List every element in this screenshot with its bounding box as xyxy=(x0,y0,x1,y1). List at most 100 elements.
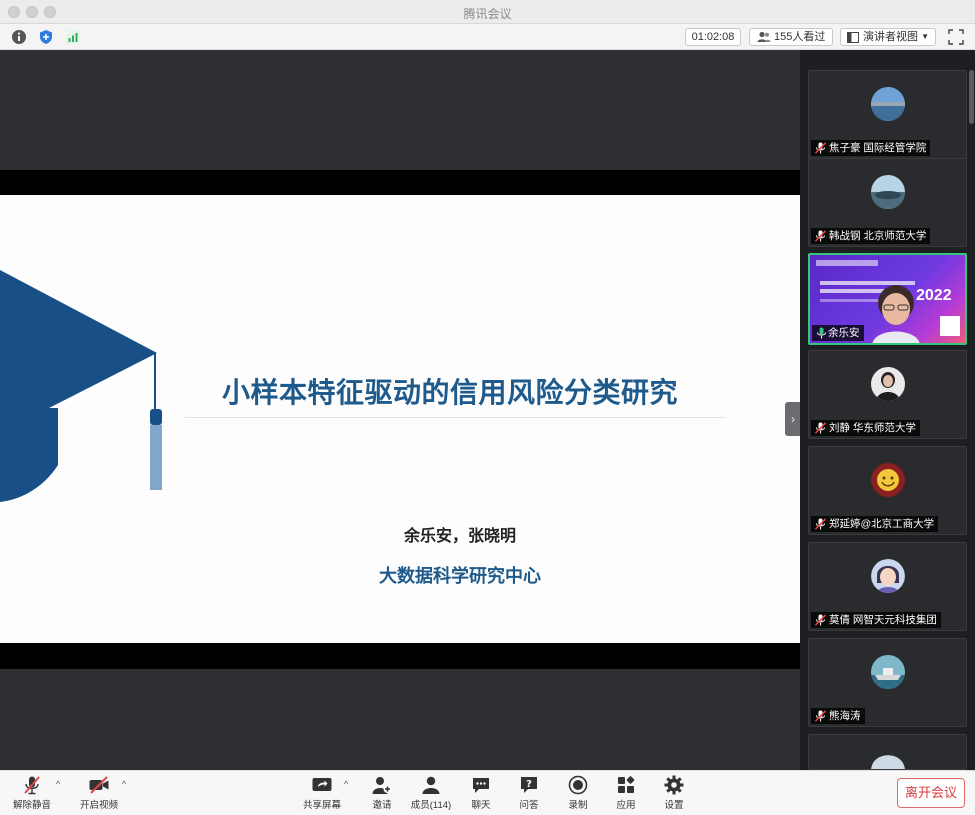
avatar xyxy=(871,655,905,689)
share-screen-button[interactable]: 共享屏幕 xyxy=(296,775,348,813)
settings-button[interactable]: 设置 xyxy=(648,775,700,813)
participant-name-tag: 韩战钢 北京师范大学 xyxy=(811,228,931,244)
slide-divider xyxy=(185,417,725,418)
signal-bars-icon[interactable] xyxy=(65,29,81,45)
audio-options-chevron[interactable]: ^ xyxy=(56,779,60,789)
fullscreen-icon[interactable] xyxy=(948,29,964,45)
participant-tile[interactable]: 莫倩 网智天元科技集团 xyxy=(808,542,967,631)
letterbox-top xyxy=(0,170,800,195)
speaker-view-icon xyxy=(847,32,859,43)
meeting-toolbar: 解除静音 ^ 开启视频 ^ 共享屏幕 ^ 邀请 成员(114) 聊天 ? 问答 … xyxy=(0,770,975,815)
mic-muted-icon xyxy=(815,518,826,530)
question-icon: ? xyxy=(521,777,537,793)
avatar xyxy=(871,755,905,769)
collapse-sidebar-button[interactable]: › xyxy=(785,402,801,436)
avatar xyxy=(871,559,905,593)
participant-name: 刘静 华东师范大学 xyxy=(829,422,916,434)
apps-label: 应用 xyxy=(616,800,636,811)
avatar xyxy=(871,463,905,497)
meeting-window: 腾讯会议 01:02:08 155人看过 演讲者视图 ▼ 小样本特征驱动的信用风… xyxy=(0,0,975,815)
leave-meeting-button[interactable]: 离开会议 xyxy=(897,778,965,808)
record-label: 录制 xyxy=(568,800,588,811)
participant-tile-active-speaker[interactable]: 2022 余乐安 xyxy=(808,253,967,345)
participant-name-tag: 余乐安 xyxy=(812,325,864,341)
participant-name-tag: 焦子豪 国际经管学院 xyxy=(811,140,931,156)
mic-muted-icon xyxy=(815,710,826,722)
participants-sidebar[interactable]: 焦子豪 国际经管学院 韩战钢 北京师范大学 2022 余乐安 刘静 华东师范大学… xyxy=(800,50,975,770)
people-icon xyxy=(757,31,771,42)
view-mode-label: 演讲者视图 xyxy=(863,31,918,43)
participant-name-tag: 刘静 华东师范大学 xyxy=(811,420,920,436)
video-banner-logo xyxy=(816,260,878,266)
shared-screen-area: 小样本特征驱动的信用风险分类研究 余乐安，张晓明 大数据科学研究中心 › xyxy=(0,50,801,770)
participant-name: 莫倩 网智天元科技集团 xyxy=(829,614,937,626)
svg-text:?: ? xyxy=(526,779,532,790)
unmute-button[interactable]: 解除静音 xyxy=(6,775,58,813)
slide-organization: 大数据科学研究中心 xyxy=(379,566,541,586)
presentation-slide: 小样本特征驱动的信用风险分类研究 余乐安，张晓明 大数据科学研究中心 xyxy=(0,195,800,643)
graduation-cap-graphic xyxy=(0,270,162,502)
invite-label: 邀请 xyxy=(372,800,392,811)
participant-name: 余乐安 xyxy=(828,327,860,339)
slide-title: 小样本特征驱动的信用风险分类研究 xyxy=(221,377,678,408)
record-button[interactable]: 录制 xyxy=(552,775,604,813)
qa-label: 问答 xyxy=(519,800,539,811)
participant-tile[interactable]: 郑延婷@北京工商大学 xyxy=(808,446,967,535)
share-screen-icon xyxy=(312,778,332,791)
people-icon xyxy=(422,776,440,794)
invite-button[interactable]: 邀请 xyxy=(356,775,408,813)
meeting-timer: 01:02:08 xyxy=(685,28,741,46)
slide-authors: 余乐安，张晓明 xyxy=(403,528,516,545)
settings-label: 设置 xyxy=(664,800,684,811)
letterbox-bottom xyxy=(0,643,800,669)
viewers-count-button[interactable]: 155人看过 xyxy=(749,28,833,46)
members-label: 成员(114) xyxy=(410,800,452,811)
participant-name-tag: 郑延婷@北京工商大学 xyxy=(811,516,939,532)
share-options-chevron[interactable]: ^ xyxy=(344,779,348,789)
start-video-button[interactable]: 开启视频 xyxy=(73,775,125,813)
video-options-chevron[interactable]: ^ xyxy=(122,779,126,789)
members-button[interactable]: 成员(114) xyxy=(405,775,457,813)
participant-name: 熊海涛 xyxy=(829,710,861,722)
record-icon xyxy=(568,775,588,795)
chevron-right-icon: › xyxy=(791,412,795,426)
chevron-down-icon: ▼ xyxy=(921,32,929,41)
participant-name: 焦子豪 国际经管学院 xyxy=(829,142,927,154)
mic-muted-icon xyxy=(815,614,826,626)
shield-icon[interactable] xyxy=(38,29,54,45)
qa-button[interactable]: ? 问答 xyxy=(503,775,555,813)
view-mode-dropdown[interactable]: 演讲者视图 ▼ xyxy=(840,28,936,46)
participant-tile[interactable]: 熊海涛 xyxy=(808,638,967,727)
share-screen-label: 共享屏幕 xyxy=(302,800,341,811)
participant-tile[interactable] xyxy=(808,734,967,770)
viewers-count: 155人看过 xyxy=(774,31,826,43)
mic-muted-icon xyxy=(815,422,826,434)
scrollbar-thumb[interactable] xyxy=(969,70,974,124)
speaker-person-graphic xyxy=(872,285,920,343)
mic-muted-icon xyxy=(24,776,40,795)
participant-name: 韩战钢 北京师范大学 xyxy=(829,230,927,242)
meeting-info-bar: 01:02:08 155人看过 演讲者视图 ▼ xyxy=(0,24,975,50)
participant-tile[interactable]: 焦子豪 国际经管学院 xyxy=(808,70,967,159)
participant-name-tag: 熊海涛 xyxy=(811,708,865,724)
avatar xyxy=(871,367,905,401)
video-off-icon xyxy=(89,776,109,794)
unmute-label: 解除静音 xyxy=(12,800,51,811)
start-video-label: 开启视频 xyxy=(79,800,118,811)
chat-label: 聊天 xyxy=(471,800,491,811)
avatar xyxy=(871,175,905,209)
mic-muted-icon xyxy=(815,142,826,154)
window-title: 腾讯会议 xyxy=(463,7,512,21)
participant-tile[interactable]: 刘静 华东师范大学 xyxy=(808,350,967,439)
add-user-icon xyxy=(372,777,392,794)
qr-code-graphic xyxy=(940,316,960,336)
participant-tile[interactable]: 韩战钢 北京师范大学 xyxy=(808,158,967,247)
chat-button[interactable]: 聊天 xyxy=(455,775,507,813)
info-icon[interactable] xyxy=(11,29,27,45)
mic-on-icon xyxy=(817,327,826,339)
sidebar-scrollbar[interactable] xyxy=(967,50,975,770)
participant-name: 郑延婷@北京工商大学 xyxy=(829,518,935,530)
title-bar: 腾讯会议 xyxy=(0,0,975,24)
gear-icon xyxy=(664,775,684,795)
apps-button[interactable]: 应用 xyxy=(600,775,652,813)
